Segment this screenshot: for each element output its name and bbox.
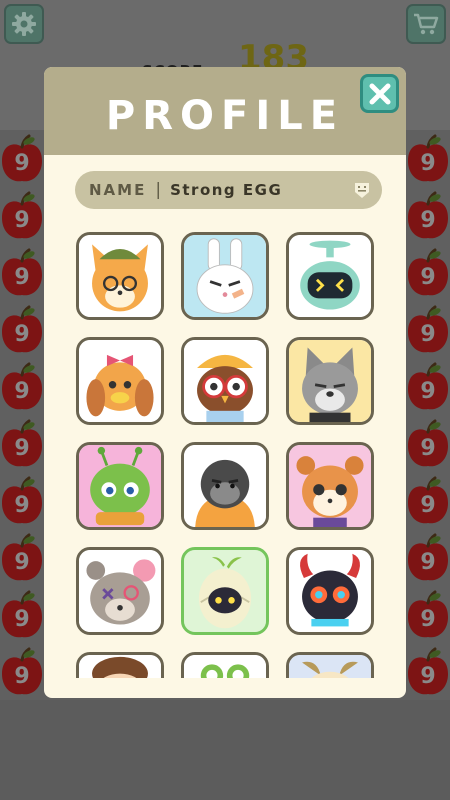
- shop-button[interactable]: [406, 4, 446, 44]
- apple-tile: 9: [406, 358, 450, 415]
- settings-button[interactable]: [4, 4, 44, 44]
- modal-header: PROFILE: [44, 67, 406, 155]
- apple-number: 9: [14, 664, 30, 689]
- apple-tile: 9: [406, 244, 450, 301]
- apple-number: 9: [420, 151, 436, 176]
- avatar-owl[interactable]: [181, 337, 269, 425]
- apple-tile: 9: [0, 415, 44, 472]
- apple-tile: 9: [0, 472, 44, 529]
- apple-tile: 9: [406, 130, 450, 187]
- name-value: Strong EGG: [170, 181, 283, 199]
- name-label: NAME: [89, 181, 147, 199]
- apple-number: 9: [14, 208, 30, 233]
- apple-number: 9: [420, 265, 436, 290]
- apple-tile: 9: [406, 643, 450, 700]
- apple-tile: 9: [0, 187, 44, 244]
- avatar-devil[interactable]: [286, 547, 374, 635]
- profile-modal: PROFILE NAME | Strong EGG: [44, 67, 406, 698]
- apple-tile: 9: [406, 586, 450, 643]
- apple-tile: 9: [0, 130, 44, 187]
- gear-icon: [12, 12, 36, 36]
- name-field[interactable]: NAME | Strong EGG: [75, 171, 382, 209]
- apple-column-right: 9 9 9 9 9 9 9 9 9 9: [406, 130, 450, 700]
- apple-tile: 9: [0, 358, 44, 415]
- avatar-alien[interactable]: [76, 442, 164, 530]
- avatar-wolf[interactable]: [286, 337, 374, 425]
- modal-title: PROFILE: [105, 93, 345, 139]
- bottom-area: [0, 700, 450, 800]
- apple-number: 9: [14, 607, 30, 632]
- avatar-boy[interactable]: [76, 652, 164, 678]
- avatar-goat[interactable]: [286, 652, 374, 678]
- apple-number: 9: [420, 607, 436, 632]
- apple-number: 9: [420, 493, 436, 518]
- avatar-egg[interactable]: [181, 547, 269, 635]
- apple-number: 9: [14, 436, 30, 461]
- apple-tile: 9: [406, 472, 450, 529]
- apple-number: 9: [420, 550, 436, 575]
- edit-name-icon[interactable]: [353, 181, 371, 203]
- apple-number: 9: [14, 550, 30, 575]
- avatar-robot[interactable]: [286, 232, 374, 320]
- apple-column-left: 9 9 9 9 9 9 9 9 9 9: [0, 130, 44, 700]
- apple-number: 9: [14, 322, 30, 347]
- apple-tile: 9: [0, 529, 44, 586]
- avatar-squirrel[interactable]: [286, 442, 374, 530]
- apple-tile: 9: [0, 244, 44, 301]
- avatar-fox[interactable]: [76, 232, 164, 320]
- avatar-bunny[interactable]: [181, 232, 269, 320]
- close-icon: [369, 83, 390, 104]
- avatar-duck[interactable]: [76, 337, 164, 425]
- apple-tile: 9: [406, 187, 450, 244]
- apple-tile: 9: [406, 529, 450, 586]
- apple-tile: 9: [0, 301, 44, 358]
- apple-number: 9: [14, 265, 30, 290]
- name-separator: |: [155, 180, 162, 200]
- apple-number: 9: [14, 151, 30, 176]
- apple-number: 9: [420, 322, 436, 347]
- apple-number: 9: [14, 379, 30, 404]
- apple-tile: 9: [0, 586, 44, 643]
- apple-tile: 9: [0, 643, 44, 700]
- apple-tile: 9: [406, 301, 450, 358]
- avatar-bear[interactable]: [76, 547, 164, 635]
- apple-number: 9: [420, 379, 436, 404]
- avatar-frog[interactable]: [181, 652, 269, 678]
- apple-number: 9: [420, 436, 436, 461]
- avatar-gorilla[interactable]: [181, 442, 269, 530]
- apple-number: 9: [420, 664, 436, 689]
- avatar-grid: [76, 232, 374, 678]
- cart-icon: [414, 13, 439, 35]
- apple-tile: 9: [406, 415, 450, 472]
- close-button[interactable]: [360, 74, 399, 113]
- apple-number: 9: [420, 208, 436, 233]
- apple-number: 9: [14, 493, 30, 518]
